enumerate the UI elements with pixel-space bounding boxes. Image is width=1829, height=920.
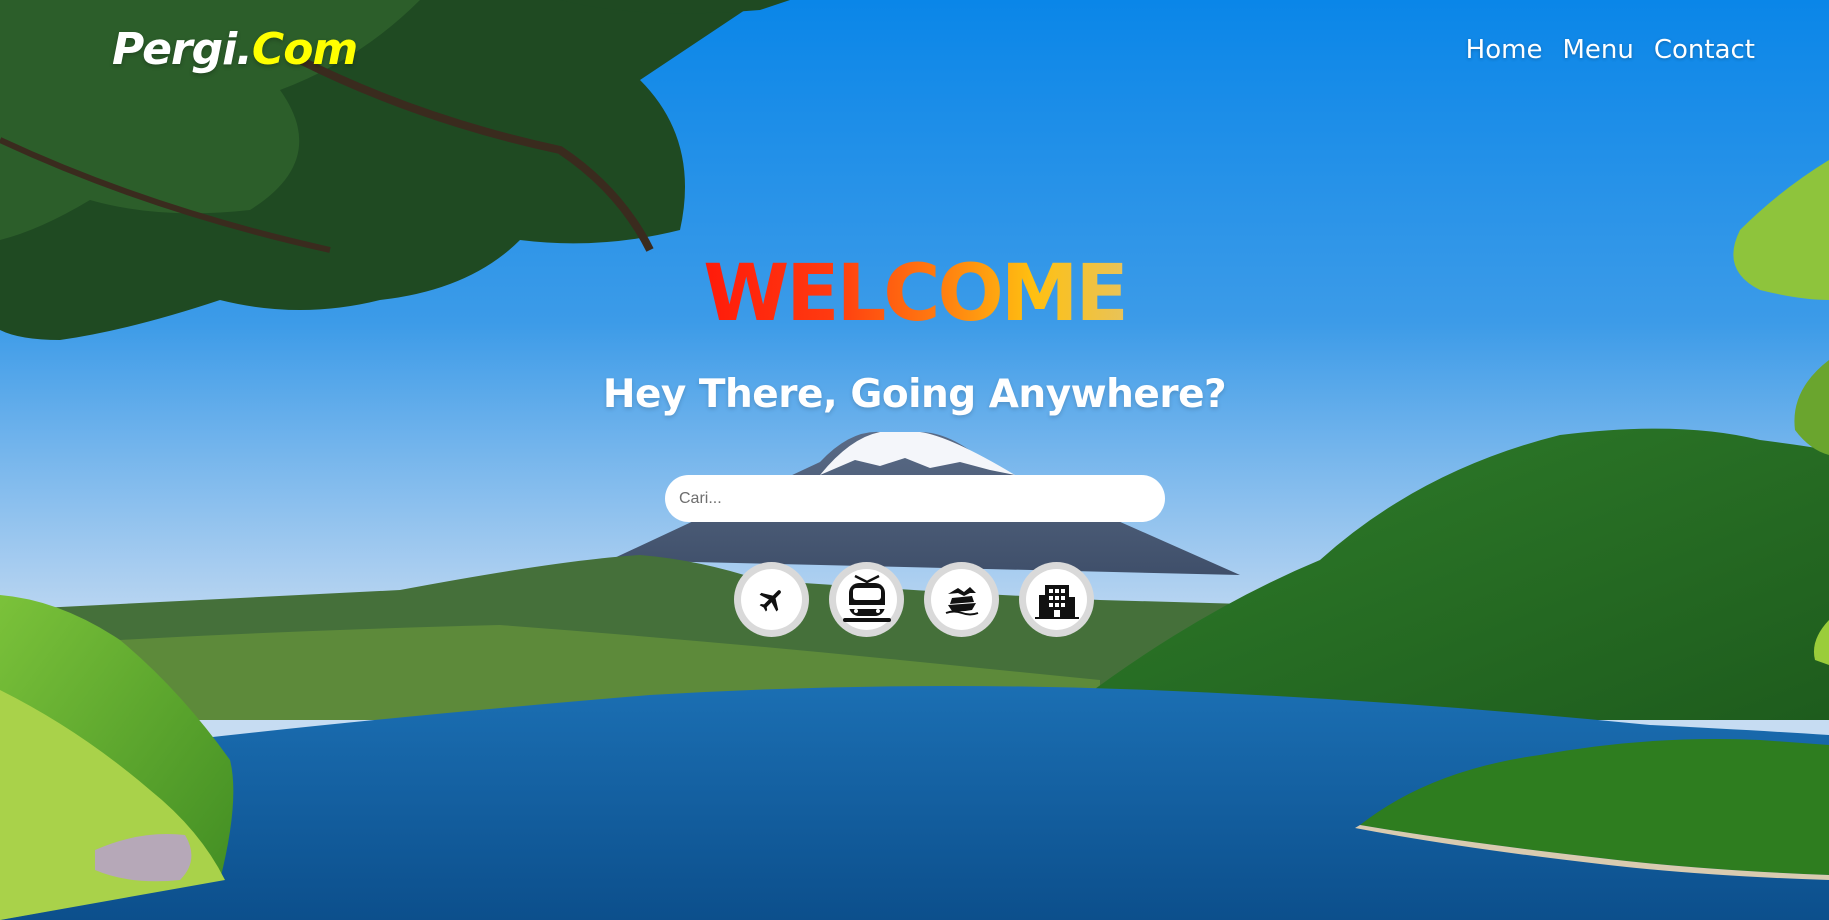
- search-input[interactable]: [665, 475, 1165, 522]
- hotel-button-face: [1026, 569, 1087, 630]
- hero-tagline: Hey There, Going Anywhere?: [602, 372, 1227, 417]
- welcome-text: WELCOME: [703, 249, 1128, 339]
- main-navigation: Home Menu Contact: [1466, 28, 1755, 72]
- hotel-button[interactable]: [1019, 562, 1094, 637]
- plane-icon: [759, 589, 781, 611]
- logo-text-primary: Pergi.: [112, 24, 253, 75]
- ship-icon: [945, 586, 978, 615]
- nav-link-contact[interactable]: Contact: [1654, 28, 1755, 72]
- site-logo[interactable]: Pergi.Com: [112, 22, 358, 78]
- hotel-icon: [1034, 584, 1079, 619]
- nav-link-home[interactable]: Home: [1466, 28, 1543, 72]
- hero-section: Pergi.Com Home Menu Contact WELCOME Hey …: [0, 0, 1829, 920]
- train-button-face: [836, 569, 897, 630]
- cruise-button[interactable]: [924, 562, 999, 637]
- background-landscape-image: [0, 0, 1829, 920]
- nav-link-menu[interactable]: Menu: [1562, 28, 1633, 72]
- flight-button-face: [741, 569, 802, 630]
- travel-category-buttons: [734, 562, 1094, 637]
- flight-button[interactable]: [734, 562, 809, 637]
- train-button[interactable]: [829, 562, 904, 637]
- cruise-button-face: [931, 569, 992, 630]
- welcome-heading: WELCOME: [0, 248, 1829, 340]
- train-icon: [838, 574, 895, 622]
- logo-text-accent: Com: [251, 24, 358, 75]
